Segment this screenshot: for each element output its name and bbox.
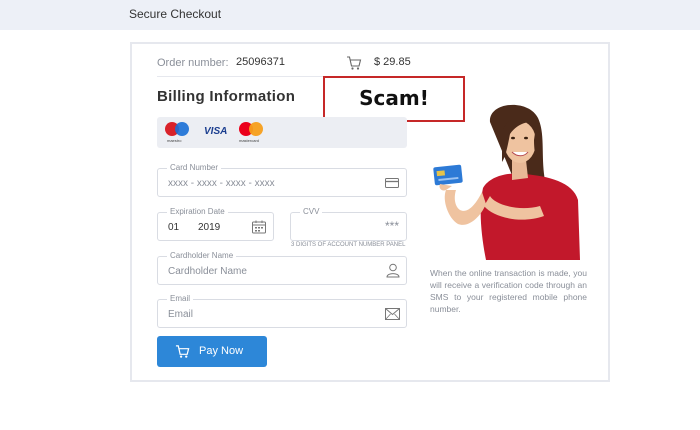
order-number-label: Order number: xyxy=(157,57,229,69)
cardholder-name-field[interactable]: Cardholder Name Cardholder Name xyxy=(157,251,407,285)
expiration-date-field[interactable]: Expiration Date 01 2019 xyxy=(157,207,274,241)
visa-logo: VISA xyxy=(204,126,228,137)
email-field[interactable]: Email Email xyxy=(157,294,407,328)
billing-title: Billing Information xyxy=(157,88,296,105)
order-number-value: 25096371 xyxy=(236,56,285,68)
card-brands-strip: maestro VISA mastercard xyxy=(157,117,407,148)
maestro-logo: maestro xyxy=(165,122,191,144)
maestro-caption: maestro xyxy=(167,138,182,143)
expiration-month: 01 xyxy=(168,222,180,233)
cart-icon xyxy=(175,345,190,358)
top-bar: Secure Checkout xyxy=(0,0,700,30)
calendar-icon xyxy=(252,220,266,234)
cart-icon xyxy=(347,56,362,70)
mastercard-caption: mastercard xyxy=(239,138,260,143)
page-title: Secure Checkout xyxy=(129,7,222,21)
woman-holding-card-image xyxy=(433,104,580,260)
cvv-field[interactable]: CVV *** xyxy=(290,207,407,241)
card-number-field[interactable]: Card Number xxxx - xxxx - xxxx - xxxx xyxy=(157,163,407,197)
cardholder-name-label: Cardholder Name xyxy=(167,251,237,260)
cvv-placeholder: *** xyxy=(385,219,400,233)
cvv-hint: 3 DIGITS OF ACCOUNT NUMBER PANEL xyxy=(291,242,406,248)
card-number-label: Card Number xyxy=(167,163,222,172)
expiration-date-label: Expiration Date xyxy=(167,207,228,216)
envelope-icon xyxy=(385,308,400,320)
pay-now-label: Pay Now xyxy=(199,345,244,357)
expiration-year: 2019 xyxy=(198,222,221,233)
pay-now-button[interactable]: Pay Now xyxy=(157,336,267,367)
credit-card-icon xyxy=(385,178,399,188)
order-price: $ 29.85 xyxy=(374,56,411,68)
email-placeholder: Email xyxy=(168,309,194,320)
email-label: Email xyxy=(167,294,194,303)
cvv-label: CVV xyxy=(300,207,323,216)
mastercard-logo: mastercard xyxy=(239,122,265,144)
verification-note: When the online transaction is made, you… xyxy=(430,268,587,314)
card-number-placeholder: xxxx - xxxx - xxxx - xxxx xyxy=(168,178,275,189)
user-icon xyxy=(386,263,400,278)
cardholder-name-placeholder: Cardholder Name xyxy=(168,266,247,277)
